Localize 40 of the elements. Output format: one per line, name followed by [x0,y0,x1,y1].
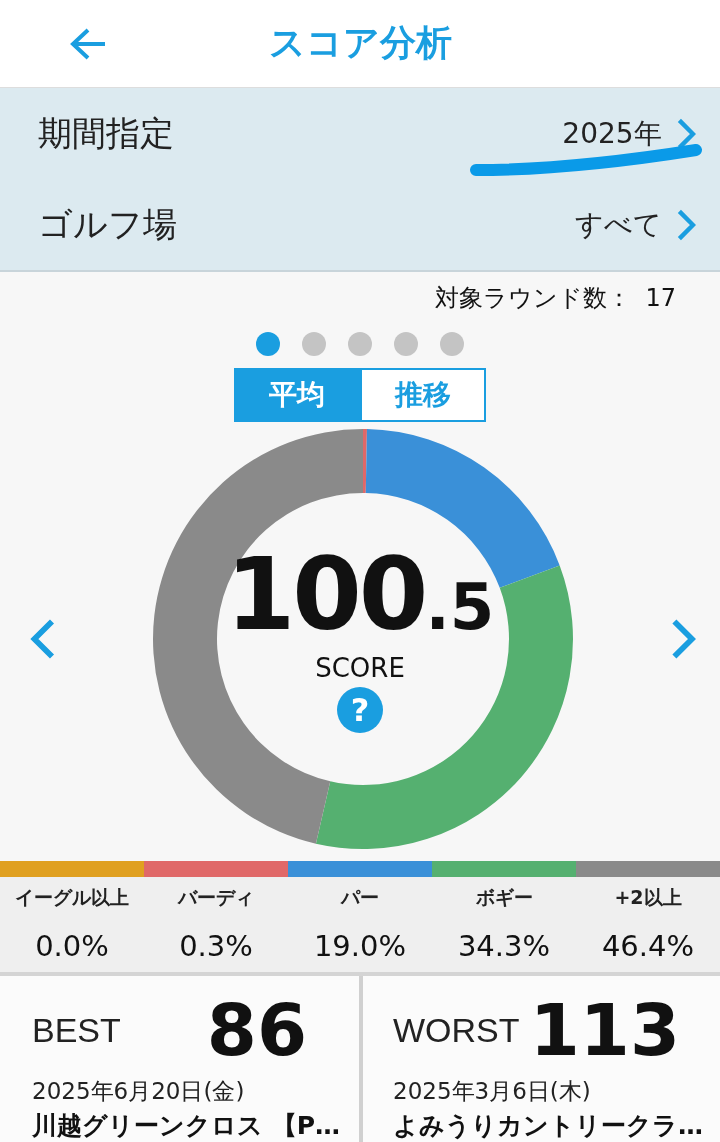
round-count-label: 対象ラウンド数： [435,282,632,314]
help-icon[interactable]: ? [337,687,383,734]
page-dot[interactable] [302,331,326,356]
filter-value[interactable]: すべて [574,205,696,244]
stat-label: イーグル以上 [15,885,129,910]
stat-value: 46.4% [601,929,695,963]
record-label: WORST [393,1010,520,1050]
page-dot[interactable] [256,331,280,356]
round-count-value: 17 [645,283,676,312]
score-value: 100 [225,545,426,646]
score-caption: SCORE [315,653,405,684]
stat-value: 0.0% [35,929,109,963]
stat-value: 34.3% [457,929,551,963]
view-tab[interactable]: 推移 [360,367,486,422]
page-dot[interactable] [440,331,464,356]
course-name: よみうりカントリークラ… [393,1110,704,1142]
course-name: 川越グリーンクロス 【P… [32,1110,342,1142]
page-dot[interactable] [394,331,418,356]
stat-label: パー [341,885,379,910]
stat-label: +2以上 [614,885,682,910]
filter-value[interactable]: 2025年 [562,114,696,153]
filter-label: 期間指定 [38,111,175,155]
stat-value: 19.0% [313,929,407,963]
chevron-right-icon [675,207,696,242]
record-label: BEST [32,1010,121,1050]
chevron-right-icon [669,617,696,662]
page-dot[interactable] [348,331,372,356]
record-score: 86 [206,988,307,1072]
stat-label: ボギー [475,885,533,910]
screen-title: スコア分析 [268,21,452,66]
record-date: 2025年6月20日(金) [32,1077,246,1106]
back-arrow-icon [68,27,108,61]
next-button[interactable] [669,617,696,662]
filter-label: ゴルフ場 [38,202,178,246]
view-tab[interactable]: 平均 [234,367,360,422]
stat-label: バーディ [178,885,254,910]
record-date: 2025年3月6日(木) [393,1077,592,1106]
score-decimal: .5 [425,570,495,645]
stat-value: 0.3% [179,929,253,963]
record-score: 113 [529,988,680,1072]
